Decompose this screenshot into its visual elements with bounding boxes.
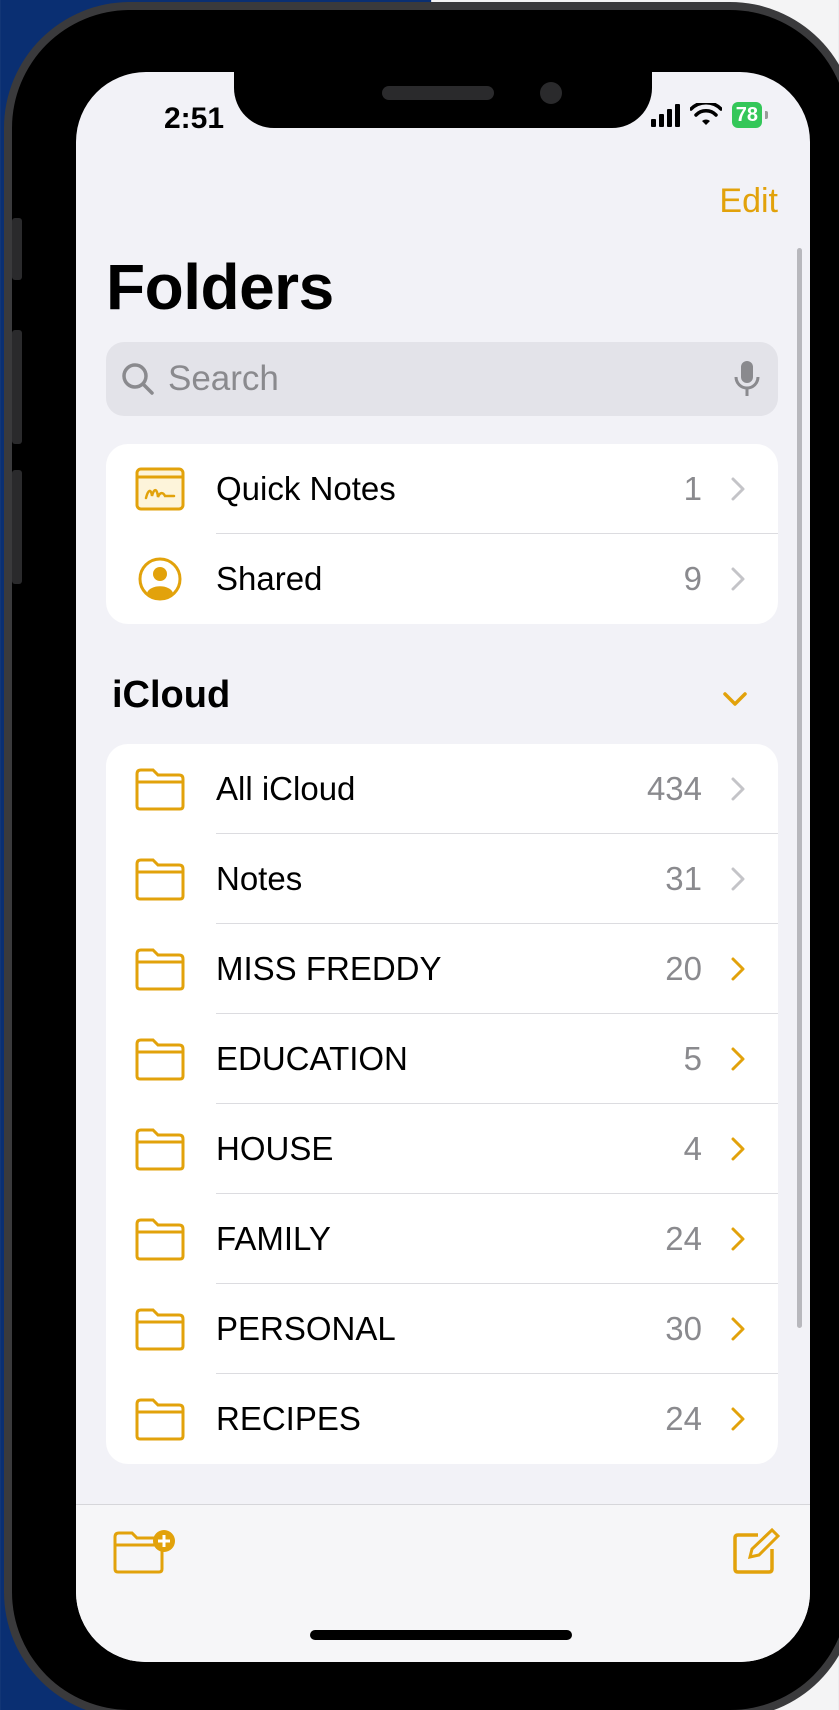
folder-count: 5 <box>683 1040 702 1077</box>
chevron-right-icon <box>731 1047 745 1071</box>
battery-icon: 78 <box>731 102 769 128</box>
folder-count: 30 <box>665 1310 702 1347</box>
volume-up-button <box>12 330 22 444</box>
status-icons: 78 <box>650 102 769 128</box>
search-placeholder: Search <box>168 359 279 398</box>
chevron-right-icon <box>731 1317 745 1341</box>
folder-label: RECIPES <box>216 1400 361 1437</box>
folder-row[interactable]: FAMILY 24 <box>106 1194 778 1284</box>
folder-count: 24 <box>665 1220 702 1257</box>
folder-label: HOUSE <box>216 1130 334 1167</box>
folder-row[interactable]: Notes 31 <box>106 834 778 924</box>
chevron-right-icon <box>731 1407 745 1431</box>
volume-down-button <box>12 470 22 584</box>
folder-row[interactable]: PERSONAL 30 <box>106 1284 778 1374</box>
section-title-icloud: iCloud <box>112 674 231 716</box>
folder-icon <box>135 1128 185 1171</box>
wifi-icon <box>689 103 722 125</box>
search-icon <box>122 363 154 395</box>
chevron-right-icon <box>731 1227 745 1251</box>
folder-icon <box>135 948 185 991</box>
chevron-right-icon <box>731 777 745 801</box>
folder-count: 24 <box>665 1400 702 1437</box>
folder-label: EDUCATION <box>216 1040 408 1077</box>
screen: 2:51 78 Edit Folders Search Quick Notes … <box>76 72 810 1662</box>
folder-row[interactable]: HOUSE 4 <box>106 1104 778 1194</box>
earpiece-speaker <box>382 86 494 100</box>
scrollbar[interactable] <box>797 248 802 1328</box>
folder-icon <box>135 858 185 901</box>
folder-count: 31 <box>665 860 702 897</box>
folder-icon <box>135 1218 185 1261</box>
folder-row-quick-notes[interactable]: Quick Notes 1 <box>106 444 778 534</box>
edit-button[interactable]: Edit <box>719 182 778 221</box>
folder-count: 434 <box>646 770 702 807</box>
folder-icon <box>135 768 185 811</box>
folder-label: All iCloud <box>216 770 356 807</box>
cellular-signal-icon <box>650 103 680 127</box>
chevron-right-icon <box>731 957 745 981</box>
folder-icon <box>135 1038 185 1081</box>
folder-label: PERSONAL <box>216 1310 396 1347</box>
folder-label: FAMILY <box>216 1220 331 1257</box>
chevron-right-icon <box>731 867 745 891</box>
icloud-folders-card: All iCloud 434 Notes 31 MISS FREDDY 20 EDUCATI… <box>106 744 778 1464</box>
folder-icon <box>135 1308 185 1351</box>
folder-count: 1 <box>683 470 702 507</box>
folder-row[interactable]: RECIPES 24 <box>106 1374 778 1464</box>
front-camera <box>540 82 562 104</box>
home-indicator[interactable] <box>310 1630 572 1640</box>
new-folder-icon[interactable] <box>112 1529 178 1575</box>
folder-count: 9 <box>683 560 702 597</box>
folder-row[interactable]: All iCloud 434 <box>106 744 778 834</box>
page-title: Folders <box>106 251 334 323</box>
notch <box>234 72 652 128</box>
chevron-right-icon <box>731 1137 745 1161</box>
folder-count: 20 <box>665 950 702 987</box>
battery-level: 78 <box>735 104 758 126</box>
folder-label: Notes <box>216 860 303 897</box>
chevron-right-icon <box>731 477 745 501</box>
folder-label: MISS FREDDY <box>216 950 442 987</box>
folder-row[interactable]: MISS FREDDY 20 <box>106 924 778 1014</box>
folder-count: 4 <box>683 1130 702 1167</box>
folder-label: Quick Notes <box>216 470 396 507</box>
phone-frame: 2:51 78 Edit Folders Search Quick Notes … <box>12 10 839 1710</box>
chevron-down-icon[interactable] <box>722 690 748 708</box>
shared-person-icon <box>138 557 182 601</box>
folder-label: Shared <box>216 560 323 597</box>
quick-notes-icon <box>135 467 185 511</box>
folder-row[interactable]: EDUCATION 5 <box>106 1014 778 1104</box>
pinned-folders-card: Quick Notes 1 Shared 9 <box>106 444 778 624</box>
microphone-icon[interactable] <box>732 359 762 399</box>
search-field[interactable]: Search <box>106 342 778 416</box>
folder-row-shared[interactable]: Shared 9 <box>106 534 778 624</box>
chevron-right-icon <box>731 567 745 591</box>
silent-switch <box>12 218 22 280</box>
folder-icon <box>135 1398 185 1441</box>
status-time: 2:51 <box>164 102 225 135</box>
compose-icon[interactable] <box>732 1527 780 1575</box>
